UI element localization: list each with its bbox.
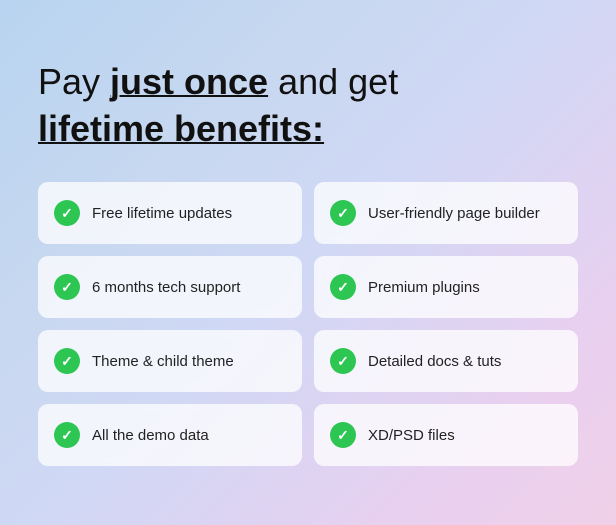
benefit-card-free-lifetime-updates: Free lifetime updates: [38, 182, 302, 244]
benefit-label-premium-plugins: Premium plugins: [368, 278, 480, 298]
just-once-text: just once: [110, 61, 268, 102]
check-icon-user-friendly-page-builder: [330, 200, 356, 226]
check-icon-detailed-docs-tuts: [330, 348, 356, 374]
headline-text: Pay just once and get: [38, 61, 398, 102]
main-container: Pay just once and get lifetime benefits:…: [28, 39, 588, 487]
check-icon-6-months-tech-support: [54, 274, 80, 300]
check-icon-all-demo-data: [54, 422, 80, 448]
benefit-label-free-lifetime-updates: Free lifetime updates: [92, 204, 232, 224]
benefit-card-user-friendly-page-builder: User-friendly page builder: [314, 182, 578, 244]
benefit-label-user-friendly-page-builder: User-friendly page builder: [368, 204, 540, 224]
benefit-label-theme-child-theme: Theme & child theme: [92, 352, 234, 372]
benefit-card-premium-plugins: Premium plugins: [314, 256, 578, 318]
benefit-card-theme-child-theme: Theme & child theme: [38, 330, 302, 392]
check-icon-free-lifetime-updates: [54, 200, 80, 226]
benefit-label-all-demo-data: All the demo data: [92, 426, 209, 446]
benefit-card-xd-psd-files: XD/PSD files: [314, 404, 578, 466]
headline: Pay just once and get lifetime benefits:: [38, 59, 578, 153]
benefits-grid: Free lifetime updates User-friendly page …: [38, 182, 578, 466]
lifetime-benefits-text: lifetime benefits:: [38, 106, 578, 153]
check-icon-xd-psd-files: [330, 422, 356, 448]
check-icon-premium-plugins: [330, 274, 356, 300]
benefit-label-6-months-tech-support: 6 months tech support: [92, 278, 240, 298]
benefit-label-detailed-docs-tuts: Detailed docs & tuts: [368, 352, 501, 372]
benefit-card-all-demo-data: All the demo data: [38, 404, 302, 466]
check-icon-theme-child-theme: [54, 348, 80, 374]
benefit-label-xd-psd-files: XD/PSD files: [368, 426, 455, 446]
benefit-card-detailed-docs-tuts: Detailed docs & tuts: [314, 330, 578, 392]
benefit-card-6-months-tech-support: 6 months tech support: [38, 256, 302, 318]
